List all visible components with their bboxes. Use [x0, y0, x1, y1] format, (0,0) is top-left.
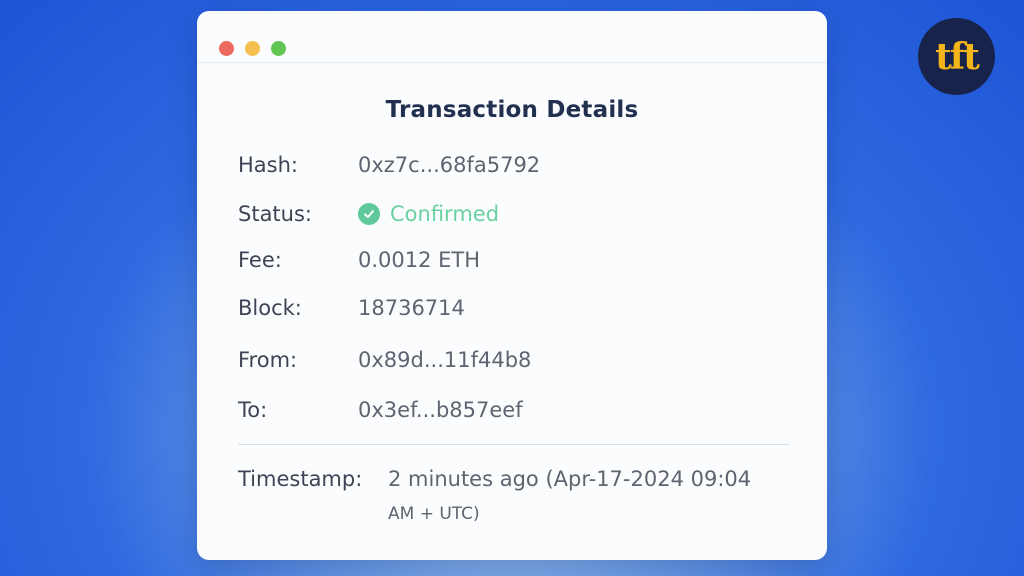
to-label: To:	[238, 398, 268, 422]
status-value: Confirmed	[390, 202, 500, 226]
to-value: 0x3ef...b857eef	[358, 398, 523, 422]
status-row: Status: Confirmed	[238, 198, 797, 230]
timestamp-line1: 2 minutes ago (Apr-17-2024 09:04	[388, 467, 752, 491]
close-window-button[interactable]	[219, 41, 234, 56]
maximize-window-button[interactable]	[271, 41, 286, 56]
block-label: Block:	[238, 296, 302, 320]
hash-row: Hash: 0xz7c...68fa5792	[238, 149, 797, 181]
timestamp-line2: AM + UTC)	[388, 504, 480, 524]
from-value: 0x89d...11f44b8	[358, 348, 532, 372]
section-divider	[238, 444, 789, 445]
hash-label: Hash:	[238, 153, 298, 177]
block-row: Block: 18736714	[238, 292, 797, 324]
to-row: To: 0x3ef...b857eef	[238, 394, 797, 426]
window-titlebar	[197, 11, 827, 63]
transaction-details-window: Transaction Details Hash: 0xz7c...68fa57…	[197, 11, 827, 560]
timestamp-label: Timestamp:	[238, 467, 363, 491]
check-circle-icon	[358, 203, 380, 225]
hash-value: 0xz7c...68fa5792	[358, 153, 541, 177]
timestamp-row: Timestamp: 2 minutes ago (Apr-17-2024 09…	[238, 464, 788, 534]
fee-value: 0.0012 ETH	[358, 248, 481, 272]
minimize-window-button[interactable]	[245, 41, 260, 56]
fee-label: Fee:	[238, 248, 282, 272]
tft-logo: tft	[918, 18, 995, 95]
status-value-wrap: Confirmed	[358, 202, 499, 226]
status-label: Status:	[238, 202, 312, 226]
fee-row: Fee: 0.0012 ETH	[238, 244, 797, 276]
from-row: From: 0x89d...11f44b8	[238, 344, 797, 376]
panel-title: Transaction Details	[385, 97, 639, 123]
block-value: 18736714	[358, 296, 465, 320]
timestamp-value: 2 minutes ago (Apr-17-2024 09:04 AM + UT…	[388, 464, 788, 534]
from-label: From:	[238, 348, 298, 372]
